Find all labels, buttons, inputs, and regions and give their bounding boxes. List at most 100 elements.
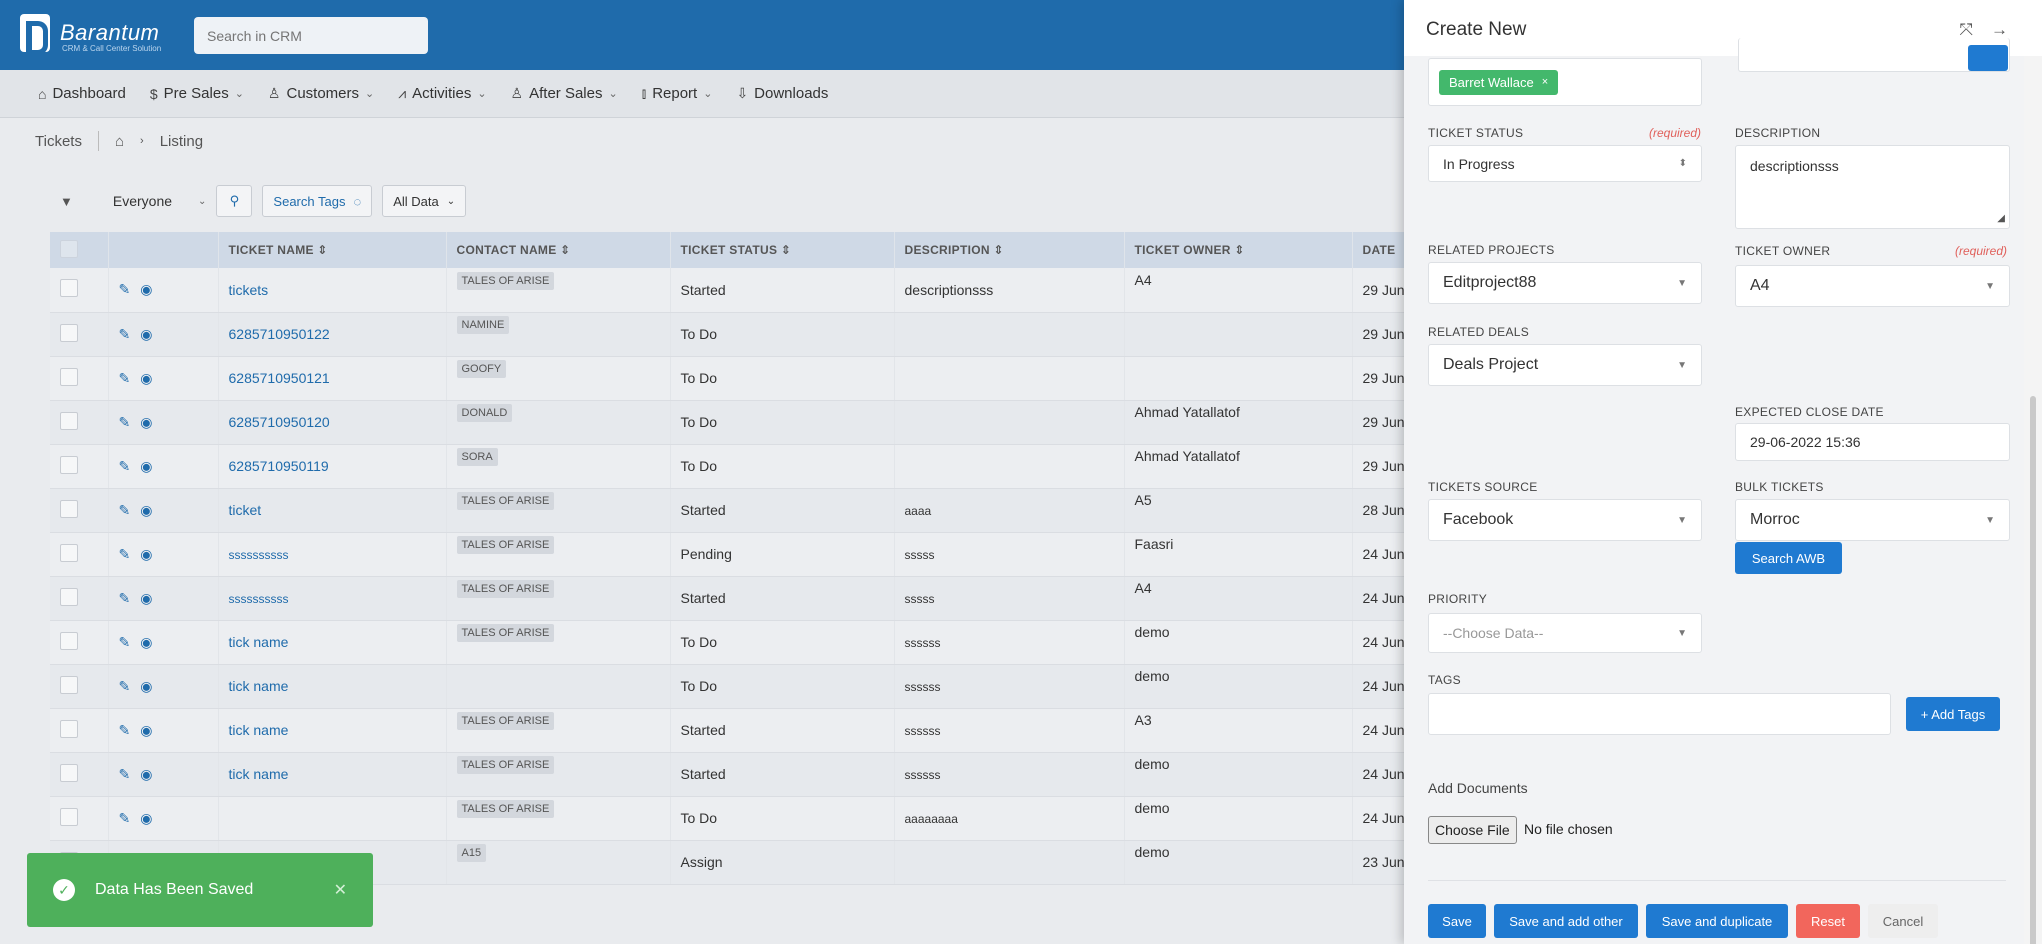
edit-icon[interactable]: ✎	[119, 678, 141, 694]
contact-tag[interactable]: TALES OF ARISE	[456, 536, 555, 554]
contact-tag[interactable]: TALES OF ARISE	[456, 271, 555, 290]
contact-tag[interactable]: A15	[456, 844, 487, 862]
brand-logo[interactable]: Barantum CRM & Call Center Solution	[20, 14, 161, 55]
contact-tag[interactable]: TALES OF ARISE	[456, 712, 555, 730]
contact-tag[interactable]: TALES OF ARISE	[456, 800, 555, 818]
nav-item-dashboard[interactable]: ⌂ Dashboard	[38, 85, 126, 102]
table-row[interactable]: ✎◉ tick name TALES OF ARISE Started ssssss A3…	[50, 708, 1450, 753]
table-row[interactable]: ✎◉ ssssssssss TALES OF ARISE Started sssss A4…	[50, 576, 1450, 621]
row-checkbox[interactable]	[60, 455, 78, 474]
ticket-name-cell[interactable]: tick name	[218, 664, 447, 709]
edit-icon[interactable]: ✎	[119, 458, 141, 474]
breadcrumb-section[interactable]: Tickets	[35, 133, 82, 150]
ticket-name-link[interactable]: tick name	[229, 722, 289, 738]
table-row[interactable]: ✎◉ tick name TALES OF ARISE Started ssssss de…	[50, 752, 1450, 797]
description-textarea[interactable]: descriptionsss ◢	[1735, 145, 2010, 229]
ticket-name-cell[interactable]: tick name	[218, 620, 447, 665]
row-checkbox[interactable]	[60, 719, 78, 738]
row-select-cell[interactable]	[50, 356, 109, 401]
ticket-name-link[interactable]: ssssssssss	[229, 548, 289, 562]
edit-icon[interactable]: ✎	[119, 546, 141, 562]
edit-icon[interactable]: ✎	[119, 634, 141, 650]
ticket-name-cell[interactable]	[218, 796, 447, 841]
ticket-name-link[interactable]: tick name	[229, 634, 289, 650]
ticket-name-cell[interactable]: 6285710950119	[218, 444, 447, 489]
ticket-name-link[interactable]: 6285710950121	[229, 370, 330, 386]
row-select-cell[interactable]	[50, 312, 109, 357]
expand-icon[interactable]: ⤧	[1959, 20, 1973, 40]
choose-file-button[interactable]: Choose File	[1428, 816, 1517, 844]
row-checkbox[interactable]	[60, 807, 78, 826]
related-projects-select[interactable]: Editproject88 ▼	[1428, 262, 1702, 304]
edit-icon[interactable]: ✎	[119, 281, 141, 297]
ticket-name-cell[interactable]: tick name	[218, 752, 447, 797]
ticket-name-link[interactable]: ssssssssss	[229, 592, 289, 606]
bulk-tickets-select[interactable]: Morroc ▼	[1735, 499, 2010, 541]
contact-tag[interactable]: TALES OF ARISE	[456, 756, 555, 774]
row-checkbox[interactable]	[60, 675, 78, 694]
row-select-cell[interactable]	[50, 796, 109, 841]
related-deals-select[interactable]: Deals Project ▼	[1428, 344, 1702, 386]
view-icon[interactable]: ◉	[140, 414, 162, 430]
nav-item-pre-sales[interactable]: $ Pre Sales ⌄	[150, 85, 244, 102]
toast-close-icon[interactable]: ✕	[334, 880, 347, 900]
row-checkbox[interactable]	[60, 411, 78, 430]
row-select-cell[interactable]	[50, 576, 109, 621]
row-checkbox[interactable]	[60, 499, 78, 518]
panel-scrollbar[interactable]	[2024, 56, 2042, 944]
edit-icon[interactable]: ✎	[119, 502, 141, 518]
nav-item-customers[interactable]: ♙ Customers ⌄	[268, 85, 374, 102]
ticket-name-link[interactable]: 6285710950120	[229, 414, 330, 430]
row-select-cell[interactable]	[50, 664, 109, 709]
table-row[interactable]: ✎◉ 6285710950120 DONALD To Do Ahmad Yatallat…	[50, 400, 1450, 445]
crm-search-input[interactable]	[194, 17, 428, 54]
filter-toggle-icon[interactable]: ▼	[60, 194, 73, 209]
contact-tag[interactable]: GOOFY	[456, 360, 507, 378]
view-icon[interactable]: ◉	[140, 810, 162, 826]
row-checkbox[interactable]	[60, 279, 78, 298]
table-row[interactable]: ✎◉ 6285710950119 SORA To Do Ahmad Yatallatof…	[50, 444, 1450, 489]
table-row[interactable]: ✎◉ ssssssssss TALES OF ARISE Pending sssss Fa…	[50, 532, 1450, 577]
reset-button[interactable]: Reset	[1796, 904, 1860, 938]
view-icon[interactable]: ◉	[140, 326, 162, 342]
table-row[interactable]: ✎◉ 6285710950122 NAMINE To Do 29 June	[50, 312, 1450, 357]
data-filter-select[interactable]: All Data ⌄	[382, 185, 467, 217]
ticket-name-link[interactable]: tick name	[229, 766, 289, 782]
save-button[interactable]: Save	[1428, 904, 1486, 938]
ticket-owner-select[interactable]: A4 ▼	[1735, 265, 2010, 307]
contact-tag[interactable]: TALES OF ARISE	[456, 492, 555, 510]
contact-tag[interactable]: TALES OF ARISE	[456, 580, 555, 598]
edit-icon[interactable]: ✎	[119, 810, 141, 826]
nav-item-downloads[interactable]: ⇩ Downloads	[736, 85, 828, 102]
row-checkbox[interactable]	[60, 543, 78, 562]
row-select-cell[interactable]	[50, 532, 109, 577]
scrollbar-thumb[interactable]	[2030, 396, 2036, 944]
view-icon[interactable]: ◉	[140, 281, 162, 297]
save-and-duplicate-button[interactable]: Save and duplicate	[1646, 904, 1788, 938]
ticket-name-cell[interactable]: tick name	[218, 708, 447, 753]
arrow-right-icon[interactable]: →	[1991, 20, 2008, 40]
table-row[interactable]: ✎◉ tick name TALES OF ARISE To Do ssssss demo…	[50, 620, 1450, 665]
contact-tag[interactable]: SORA	[456, 448, 498, 466]
row-select-cell[interactable]	[50, 708, 109, 753]
ticket-name-cell[interactable]: ssssssssss	[218, 576, 447, 621]
view-icon[interactable]: ◉	[140, 502, 162, 518]
view-icon[interactable]: ◉	[140, 766, 162, 782]
col-header-ticket-status[interactable]: TICKET STATUS ⇕	[670, 232, 895, 268]
ticket-name-link[interactable]: tickets	[229, 282, 269, 298]
expected-close-date-input[interactable]: 29-06-2022 15:36	[1735, 423, 2010, 461]
view-icon[interactable]: ◉	[140, 370, 162, 386]
nav-item-activities[interactable]: ⩘ Activities ⌄	[398, 85, 486, 102]
ticket-name-cell[interactable]: 6285710950122	[218, 312, 447, 357]
owner-filter-select[interactable]: Everyone ⌄	[113, 193, 207, 209]
contact-field[interactable]: Barret Wallace ×	[1428, 58, 1702, 106]
pill-remove-icon[interactable]: ×	[1542, 76, 1548, 88]
view-icon[interactable]: ◉	[140, 634, 162, 650]
row-checkbox[interactable]	[60, 587, 78, 606]
search-tags-button[interactable]: Search Tags ◌	[262, 185, 373, 217]
ticket-name-link[interactable]: tick name	[229, 678, 289, 694]
view-icon[interactable]: ◉	[140, 590, 162, 606]
edit-icon[interactable]: ✎	[119, 414, 141, 430]
row-select-cell[interactable]	[50, 444, 109, 489]
row-select-cell[interactable]	[50, 488, 109, 533]
